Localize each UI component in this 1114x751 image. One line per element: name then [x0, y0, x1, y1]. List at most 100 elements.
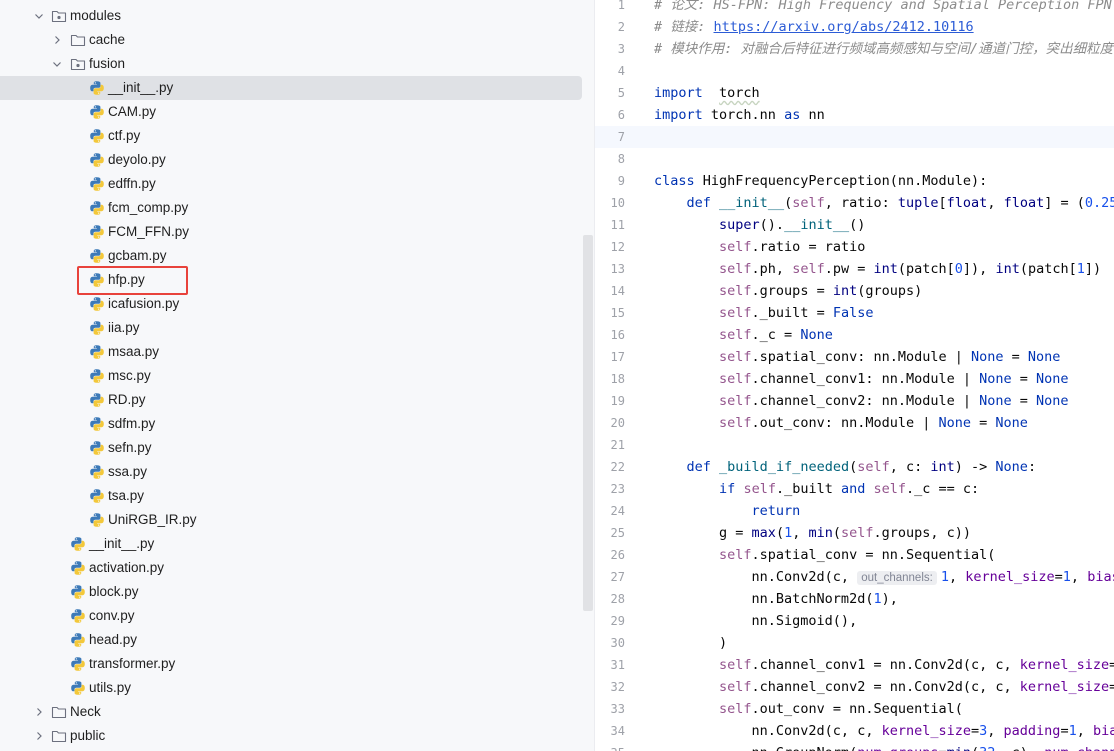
code-line[interactable]: 9 class HighFrequencyPerception(nn.Module… [595, 170, 1114, 192]
chevron-down-icon[interactable] [33, 10, 45, 22]
tree-item[interactable]: head.py [0, 628, 582, 652]
line-number: 33 [610, 702, 625, 716]
code-line[interactable]: 16 self._c = None [595, 324, 1114, 346]
tree-item[interactable]: activation.py [0, 556, 582, 580]
tree-item[interactable]: Neck [0, 700, 582, 724]
code-token: 1 [1068, 723, 1077, 739]
highlight-box [77, 266, 188, 295]
tree-item[interactable]: CAM.py [0, 100, 582, 124]
chevron-right-icon[interactable] [51, 34, 63, 46]
code-line[interactable]: 12 self.ratio = ratio [595, 236, 1114, 258]
tree-item[interactable]: transformer.py [0, 652, 582, 676]
code-line[interactable]: 32 self.channel_conv2 = nn.Conv2d(c, c, … [595, 676, 1114, 698]
code-line[interactable]: 30 ) [595, 632, 1114, 654]
code-line[interactable]: 14 self.groups = int(groups) [595, 280, 1114, 302]
code-text: nn.Sigmoid(), [654, 610, 858, 632]
code-line[interactable]: 10 def __init__(self, ratio: tuple[float… [595, 192, 1114, 214]
code-line[interactable]: 8 [595, 148, 1114, 170]
code-token: # 模块作用: 对融合后特征进行频域高频感知与空间/通道门控，突出细粒度目标 [654, 41, 1114, 57]
code-line[interactable]: 17 self.spatial_conv: nn.Module | None =… [595, 346, 1114, 368]
code-line[interactable]: 20 self.out_conv: nn.Module | None = Non… [595, 412, 1114, 434]
chevron-right-icon[interactable] [33, 730, 45, 742]
code-line[interactable]: 21 [595, 434, 1114, 456]
code-text: import torch [654, 82, 760, 104]
tree-item[interactable]: msc.py [0, 364, 582, 388]
code-line[interactable]: 26 self.spatial_conv = nn.Sequential( [595, 544, 1114, 566]
tree-item[interactable]: __init__.py [0, 532, 582, 556]
tree-item[interactable]: fusion [0, 52, 582, 76]
tree-item[interactable]: iia.py [0, 316, 582, 340]
chevron-down-icon[interactable] [51, 58, 63, 70]
tree-item[interactable]: tsa.py [0, 484, 582, 508]
code-line[interactable]: 19 self.channel_conv2: nn.Module | None … [595, 390, 1114, 412]
code-line[interactable]: 33 self.out_conv = nn.Sequential( [595, 698, 1114, 720]
code-token: nn.Conv2d(c, c, [654, 723, 882, 739]
python-file-icon [89, 152, 105, 168]
chevron-right-icon[interactable] [33, 706, 45, 718]
tree-item[interactable]: __init__.py [0, 76, 582, 100]
code-editor[interactable]: 1 # 论文: HS-FPN: High Frequency and Spatia… [595, 0, 1114, 751]
code-token: = [1003, 349, 1028, 365]
project-tree-panel[interactable]: modules cache fusion __init__.py CAM.py ctf.p… [0, 0, 594, 751]
tree-item[interactable]: cache [0, 28, 582, 52]
tree-item[interactable]: fcm_comp.py [0, 196, 582, 220]
code-token: () [849, 217, 866, 233]
tree-item[interactable]: sefn.py [0, 436, 582, 460]
code-line[interactable]: 4 [595, 60, 1114, 82]
code-line[interactable]: 6 import torch.nn as nn [595, 104, 1114, 126]
tree-item[interactable]: FCM_FFN.py [0, 220, 582, 244]
tree-item[interactable]: UniRGB_IR.py [0, 508, 582, 532]
tree-item[interactable]: public [0, 724, 582, 748]
tree-item-label: __init__.py [108, 80, 174, 95]
tree-item[interactable]: utils.py [0, 676, 582, 700]
code-token: , [1070, 569, 1088, 585]
code-line[interactable]: 27 nn.Conv2d(c, out_channels: 1, kernel_s… [595, 566, 1114, 588]
tree-item-label: __init__.py [89, 536, 155, 551]
tree-item[interactable]: block.py [0, 580, 582, 604]
code-line[interactable]: 18 self.channel_conv1: nn.Module | None … [595, 368, 1114, 390]
tree-item-label: deyolo.py [108, 152, 166, 167]
code-line[interactable]: 5 import torch [595, 82, 1114, 104]
python-file-icon [89, 512, 105, 528]
code-line[interactable]: 11 super().__init__() [595, 214, 1114, 236]
tree-item[interactable]: icafusion.py [0, 292, 582, 316]
code-line[interactable]: 3 # 模块作用: 对融合后特征进行频域高频感知与空间/通道门控，突出细粒度目标 [595, 38, 1114, 60]
tree-item[interactable]: edffn.py [0, 172, 582, 196]
code-line[interactable]: 22 def _build_if_needed(self, c: int) ->… [595, 456, 1114, 478]
tree-item[interactable]: sdfm.py [0, 412, 582, 436]
code-line[interactable]: 15 self._built = False [595, 302, 1114, 324]
tree-item[interactable]: ctf.py [0, 124, 582, 148]
tree-item[interactable]: RD.py [0, 388, 582, 412]
tree-item[interactable]: gcbam.py [0, 244, 582, 268]
code-line[interactable]: 28 nn.BatchNorm2d(1), [595, 588, 1114, 610]
code-line[interactable]: 31 self.channel_conv1 = nn.Conv2d(c, c, … [595, 654, 1114, 676]
tree-item[interactable]: deyolo.py [0, 148, 582, 172]
code-line[interactable]: 24 return [595, 500, 1114, 522]
code-line[interactable]: 7 [595, 126, 1114, 148]
code-line[interactable]: 29 nn.Sigmoid(), [595, 610, 1114, 632]
code-link[interactable]: https://arxiv.org/abs/2412.10116 [714, 19, 974, 35]
code-line[interactable]: 34 nn.Conv2d(c, c, kernel_size=3, paddin… [595, 720, 1114, 742]
code-token: (). [759, 217, 785, 233]
line-number: 18 [610, 372, 625, 386]
code-token: self [719, 657, 752, 673]
code-line[interactable]: 25 g = max(1, min(self.groups, c)) [595, 522, 1114, 544]
code-token: kernel_size [881, 723, 971, 739]
code-line[interactable]: 2 # 链接: https://arxiv.org/abs/2412.10116 [595, 16, 1114, 38]
code-line[interactable]: 1 # 论文: HS-FPN: High Frequency and Spatia… [595, 0, 1114, 16]
package-folder-icon [51, 8, 67, 24]
code-line[interactable]: 13 self.ph, self.pw = int(patch[0]), int… [595, 258, 1114, 280]
tree-item[interactable]: ssa.py [0, 460, 582, 484]
python-file-icon [89, 464, 105, 480]
tree-item[interactable]: conv.py [0, 604, 582, 628]
tree-item[interactable]: modules [0, 4, 582, 28]
code-token: self [792, 261, 825, 277]
tree-item[interactable]: msaa.py [0, 340, 582, 364]
code-line[interactable]: 23 if self._built and self._c == c: [595, 478, 1114, 500]
code-token: __init__ [719, 195, 785, 211]
project-tree-scrollbar[interactable] [583, 235, 593, 611]
code-token: kernel_size [965, 569, 1055, 585]
code-line[interactable]: 35 nn.GroupNorm(num_groups=min(32, c), n… [595, 742, 1114, 751]
